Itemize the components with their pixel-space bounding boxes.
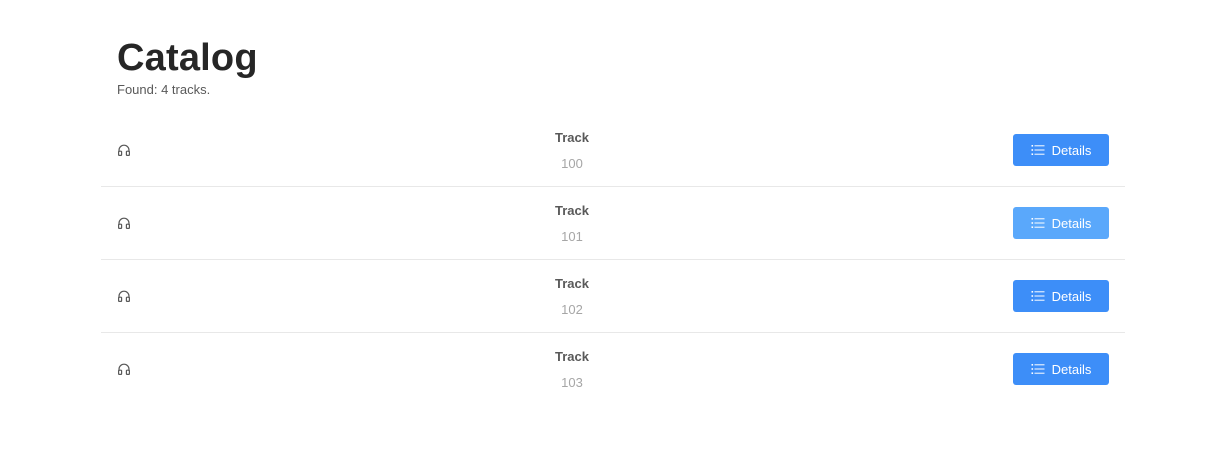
details-button-label: Details xyxy=(1051,215,1092,231)
track-title: Track xyxy=(555,130,589,145)
track-meta: Track 102 xyxy=(101,275,1043,319)
track-number: 102 xyxy=(561,302,583,317)
results-count: Found: 4 tracks. xyxy=(117,82,211,97)
unordered-list-icon xyxy=(1031,145,1045,155)
details-button-label: Details xyxy=(1051,288,1092,304)
unordered-list-icon xyxy=(1031,364,1045,374)
unordered-list-icon xyxy=(1031,218,1045,228)
details-button-label: Details xyxy=(1051,142,1092,158)
list-item: Track 100 Details xyxy=(101,114,1125,187)
track-meta: Track 101 xyxy=(101,202,1043,246)
unordered-list-icon xyxy=(1031,291,1045,301)
details-button-label: Details xyxy=(1051,361,1092,377)
track-number: 101 xyxy=(561,229,583,244)
track-title: Track xyxy=(555,203,589,218)
track-meta: Track 100 xyxy=(101,129,1043,173)
details-button[interactable]: Details xyxy=(1013,353,1109,385)
track-title: Track xyxy=(555,276,589,291)
catalog-page: Catalog Found: 4 tracks. Track 100 Detai… xyxy=(101,0,1125,390)
list-item: Track 103 Details xyxy=(101,333,1125,405)
details-button[interactable]: Details xyxy=(1013,207,1109,239)
page-title: Catalog xyxy=(117,37,258,79)
list-item: Track 102 Details xyxy=(101,260,1125,333)
track-number: 103 xyxy=(561,375,583,390)
track-list: Track 100 Details Track 101 Details Trac… xyxy=(101,114,1125,405)
page-header: Catalog Found: 4 tracks. xyxy=(101,0,1125,98)
track-title: Track xyxy=(555,349,589,364)
details-button[interactable]: Details xyxy=(1013,134,1109,166)
list-item: Track 101 Details xyxy=(101,187,1125,260)
details-button[interactable]: Details xyxy=(1013,280,1109,312)
track-meta: Track 103 xyxy=(101,348,1043,392)
track-number: 100 xyxy=(561,156,583,171)
